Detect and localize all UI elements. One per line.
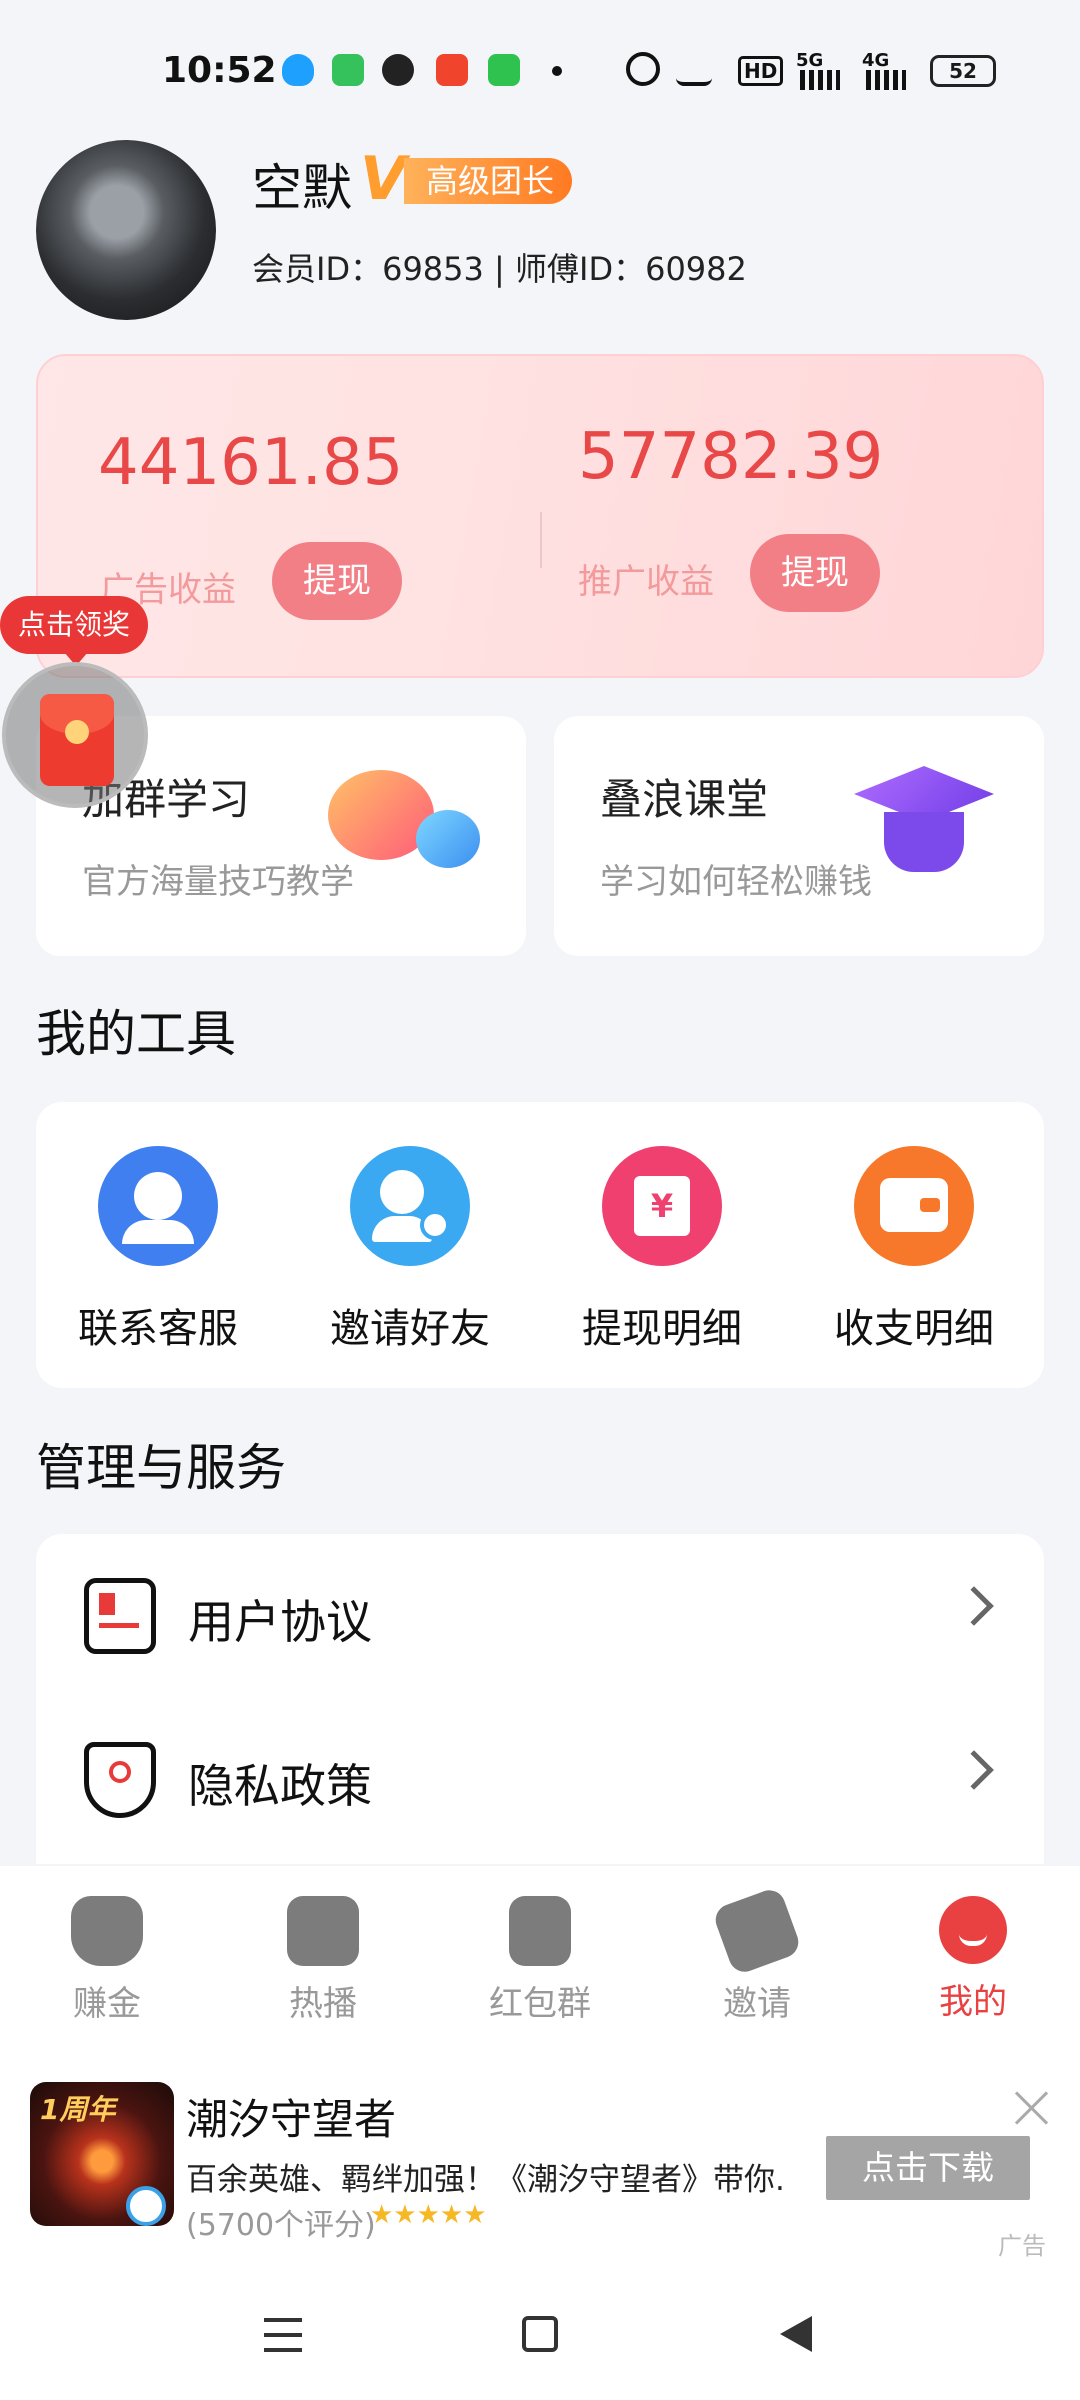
message-icon: [332, 54, 364, 86]
ad-tag: 广告: [998, 2232, 1046, 2260]
tab-mine-label: 我的: [939, 1982, 1007, 2022]
net-5g-label: 5G: [796, 50, 824, 71]
ad-description: 百余英雄、羁绊加强！《潮汐守望者》带你...: [186, 2162, 786, 2198]
handshake-icon: [711, 1885, 803, 1977]
tab-earn[interactable]: 赚金: [32, 1896, 182, 2025]
vip-letter: V: [360, 144, 407, 214]
anniversary-label: 1周年: [40, 2093, 116, 2126]
earnings-divider: [540, 512, 542, 568]
chat-bubble-small-icon: [416, 810, 480, 868]
tool-income-expense-label: 收支明细: [834, 1306, 994, 1352]
wallet-icon: [854, 1146, 974, 1266]
smiley-icon: [939, 1896, 1007, 1964]
user-agreement-label: 用户协议: [188, 1595, 372, 1649]
receipt-yuan-icon: ¥: [602, 1146, 722, 1266]
qq-icon: [282, 54, 314, 86]
document-icon: [84, 1578, 156, 1654]
app-store-badge-icon: [126, 2186, 166, 2226]
tool-customer-service-label: 联系客服: [78, 1306, 238, 1352]
tab-earn-label: 赚金: [73, 1984, 141, 2024]
services-panel: 用户协议 隐私政策: [36, 1534, 1044, 1864]
home-icon[interactable]: [522, 2316, 558, 2352]
tools-panel: 联系客服 邀请好友 ¥ 提现明细 收支明细: [36, 1102, 1044, 1388]
headset-icon: [98, 1146, 218, 1266]
ad-earnings-amount: 44161.85: [98, 426, 404, 500]
shield-icon: [84, 1742, 156, 1818]
dot-icon: [552, 66, 562, 76]
vip-level: 高级团长: [404, 158, 573, 204]
tools-section-title: 我的工具: [36, 1005, 236, 1063]
add-user-icon: [350, 1146, 470, 1266]
course-subtitle: 学习如何轻松赚钱: [600, 862, 872, 902]
net-4g-label: 4G: [862, 50, 890, 71]
tool-invite-friends-label: 邀请好友: [330, 1306, 490, 1352]
tool-income-expense[interactable]: 收支明细: [804, 1146, 1024, 1354]
wechat-icon: [382, 54, 414, 86]
money-bag-icon: [71, 1896, 143, 1966]
system-nav-bar: [0, 2276, 1080, 2400]
tab-invite-label: 邀请: [723, 1984, 791, 2024]
tool-invite-friends[interactable]: 邀请好友: [300, 1146, 520, 1354]
promo-withdraw-button[interactable]: 提现: [750, 534, 880, 612]
status-bar: 10:52 HD 5G 4G 52: [0, 0, 1080, 140]
tab-red-packet-group-label: 红包群: [489, 1984, 591, 2024]
close-icon[interactable]: [1014, 2090, 1050, 2126]
promo-earnings-label: 推广收益: [578, 562, 714, 602]
tv-play-icon: [287, 1896, 359, 1966]
user-name: 空默: [252, 159, 352, 217]
avatar[interactable]: [36, 140, 216, 320]
tab-hot[interactable]: 热播: [248, 1896, 398, 2025]
member-ids: 会员ID：69853 | 师傅ID：60982: [252, 250, 747, 288]
course-card[interactable]: 叠浪课堂 学习如何轻松赚钱: [554, 716, 1044, 956]
tool-withdraw-details-label: 提现明细: [582, 1306, 742, 1352]
red-envelope-button[interactable]: [2, 662, 148, 808]
tab-red-packet-group[interactable]: 红包群: [465, 1896, 615, 2025]
tab-invite[interactable]: 邀请: [682, 1885, 832, 2025]
signal-icon-1: [800, 70, 840, 90]
bottom-tab-bar: 赚金 热播 红包群 邀请 我的: [0, 1866, 1080, 2046]
services-section-title: 管理与服务: [36, 1439, 286, 1497]
red-packet-icon: [509, 1896, 571, 1966]
tab-hot-label: 热播: [289, 1984, 357, 2024]
back-icon[interactable]: [780, 2316, 812, 2352]
phone-icon: [488, 54, 520, 86]
menu-icon[interactable]: [264, 2318, 302, 2352]
promo-earnings-amount: 57782.39: [578, 420, 884, 494]
ad-title: 潮汐守望者: [186, 2095, 397, 2144]
mute-icon: [676, 52, 712, 86]
vip-badge: V 高级团长: [360, 144, 580, 214]
signal-icon-2: [866, 70, 906, 90]
user-agreement-row[interactable]: 用户协议: [36, 1534, 1044, 1698]
course-title: 叠浪课堂: [600, 775, 769, 824]
ad-download-button[interactable]: 点击下载: [826, 2136, 1030, 2200]
ad-banner[interactable]: 1周年 潮汐守望者 百余英雄、羁绊加强！《潮汐守望者》带你... (5700个评…: [0, 2046, 1080, 2276]
red-envelope-icon: [40, 694, 114, 786]
alarm-icon: [626, 52, 660, 86]
tool-withdraw-details[interactable]: ¥ 提现明细: [552, 1146, 772, 1354]
privacy-policy-row[interactable]: 隐私政策: [36, 1698, 1044, 1862]
graduation-cap-base-icon: [884, 812, 964, 872]
battery-icon: 52: [930, 55, 996, 87]
ad-rating-count: (5700个评分): [186, 2208, 376, 2243]
ad-withdraw-button[interactable]: 提现: [272, 542, 402, 620]
chevron-right-icon: [954, 1586, 994, 1626]
join-group-subtitle: 官方海量技巧教学: [82, 862, 354, 902]
clock: 10:52: [162, 50, 277, 91]
tab-mine[interactable]: 我的: [898, 1896, 1048, 2023]
ad-rating-stars: ★★★★★: [370, 2200, 487, 2230]
tool-customer-service[interactable]: 联系客服: [48, 1146, 268, 1354]
chevron-right-icon: [954, 1750, 994, 1790]
privacy-policy-label: 隐私政策: [188, 1759, 372, 1813]
video-icon: [436, 54, 468, 86]
reward-tag[interactable]: 点击领奖: [0, 596, 149, 666]
hd-label: HD: [738, 56, 784, 86]
